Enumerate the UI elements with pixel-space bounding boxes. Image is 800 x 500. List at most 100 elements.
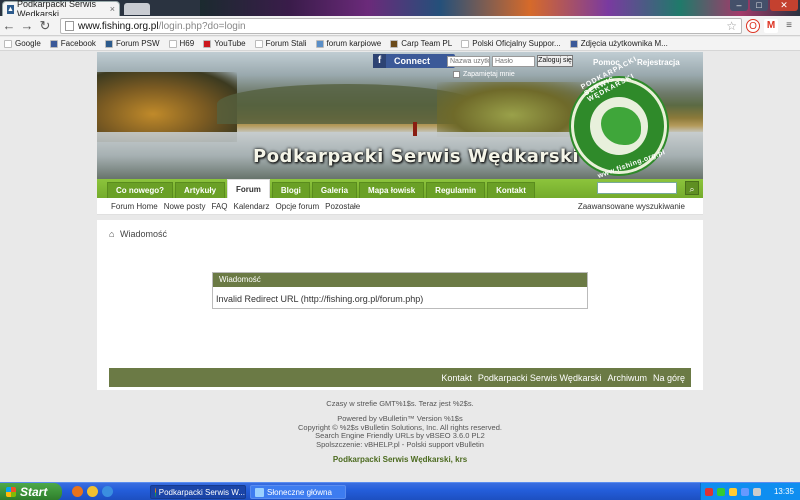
- tray-icon[interactable]: [741, 488, 749, 496]
- bookmark-label: Forum Stali: [265, 39, 307, 48]
- bookmark-item[interactable]: YouTube: [203, 39, 246, 48]
- bookmark-item[interactable]: Carp Team PL: [390, 39, 452, 48]
- login-button[interactable]: Zaloguj się: [537, 55, 573, 67]
- nav-tab-mapa-owisk[interactable]: Mapa łowisk: [359, 182, 425, 198]
- browser-tab-title: Podkarpacki Serwis Wędkarski: [16, 0, 96, 16]
- minimize-icon[interactable]: –: [730, 0, 748, 11]
- nav-tab-galeria[interactable]: Galeria: [311, 182, 358, 198]
- nav-tab-forum[interactable]: Forum: [227, 179, 270, 198]
- tray-icon[interactable]: [705, 488, 713, 496]
- url-host: www.fishing.org.pl: [78, 20, 159, 32]
- windows-taskbar: Start Podkarpacki Serwis W... Słoneczne …: [0, 482, 800, 500]
- subnav-item[interactable]: Kalendarz: [234, 202, 270, 211]
- subnav-item[interactable]: Forum Home: [111, 202, 158, 211]
- subnav-item[interactable]: Opcje forum: [276, 202, 320, 211]
- bookmark-item[interactable]: Zdjęcia użytkownika M...: [569, 39, 668, 48]
- subnav-item[interactable]: FAQ: [211, 202, 227, 211]
- ie-icon[interactable]: [102, 486, 113, 497]
- close-tab-icon[interactable]: ×: [110, 4, 115, 14]
- tray-icon[interactable]: [717, 488, 725, 496]
- facebook-connect-label: Connect: [394, 56, 430, 66]
- tray-icon[interactable]: [729, 488, 737, 496]
- forward-icon[interactable]: →: [18, 17, 36, 35]
- footer-link[interactable]: Podkarpacki Serwis Wędkarski: [478, 373, 602, 383]
- browser-tab-strip: ▲ Podkarpacki Serwis Wędkarski × – □ ✕: [0, 0, 800, 16]
- window-icon: [255, 487, 264, 497]
- bookmark-item[interactable]: Google: [4, 39, 41, 48]
- bookmark-item[interactable]: Polski Oficjalny Suppor...: [461, 39, 561, 48]
- remember-me-label: Zapamiętaj mnie: [463, 71, 515, 78]
- extension-icons: O M ≡: [746, 19, 796, 33]
- new-tab-button[interactable]: [124, 3, 150, 15]
- globe-icon: [315, 39, 324, 48]
- site-logo[interactable]: PODKARPACKI SERWIS WĘDKARSKI www.fishing…: [571, 56, 667, 179]
- bookmark-label: H69: [179, 39, 195, 48]
- firefox-icon[interactable]: [72, 486, 83, 497]
- bookmark-item[interactable]: Facebook: [49, 39, 96, 48]
- back-icon[interactable]: ←: [0, 17, 18, 35]
- close-window-icon[interactable]: ✕: [770, 0, 798, 11]
- subnav-item[interactable]: Pozostałe: [325, 202, 360, 211]
- main-content: ⌂ Wiadomość Wiadomość Invalid Redirect U…: [97, 220, 703, 390]
- bookmark-label: forum karpiowe: [326, 39, 382, 48]
- nav-tab-regulamin[interactable]: Regulamin: [426, 182, 486, 198]
- start-button[interactable]: Start: [0, 483, 62, 500]
- nav-tab-co-nowego[interactable]: Co nowego?: [107, 182, 173, 198]
- facebook-icon: f: [373, 54, 386, 68]
- remember-me[interactable]: Zapamiętaj mnie: [453, 71, 515, 78]
- home-icon[interactable]: ⌂: [109, 230, 117, 239]
- footer-link[interactable]: Na górę: [653, 373, 685, 383]
- menu-icon[interactable]: ≡: [782, 19, 796, 33]
- volume-icon[interactable]: [753, 488, 761, 496]
- chrome-icon: [155, 487, 156, 497]
- reload-icon[interactable]: ↻: [36, 17, 54, 35]
- windows-logo-icon: [6, 487, 16, 497]
- sub-nav: Forum Home Nowe posty FAQ Kalendarz Opcje fo…: [97, 198, 703, 215]
- clock[interactable]: 13:35: [774, 487, 794, 496]
- page-icon: [65, 21, 74, 31]
- help-link[interactable]: Pomoc: [593, 58, 620, 67]
- bookmark-item[interactable]: Forum Stali: [254, 39, 307, 48]
- breadcrumb: ⌂ Wiadomość: [109, 229, 167, 239]
- nav-tab-kontakt[interactable]: Kontakt: [487, 182, 535, 198]
- quick-launch: [72, 486, 113, 497]
- subnav-item[interactable]: Nowe posty: [164, 202, 206, 211]
- facebook-connect-button[interactable]: f Connect: [373, 54, 455, 68]
- youtube-icon: [203, 39, 212, 48]
- nav-tab-artyku-y[interactable]: Artykuły: [175, 182, 226, 198]
- opera-extension-icon[interactable]: O: [746, 19, 760, 33]
- nav-search-input[interactable]: [597, 182, 677, 194]
- browser-tab[interactable]: ▲ Podkarpacki Serwis Wędkarski ×: [2, 0, 120, 16]
- search-icon[interactable]: ⌕: [685, 181, 699, 195]
- message-header: Wiadomość: [213, 273, 587, 287]
- translation-line: Spolszczenie: vBHELP.pl - Polski support…: [316, 439, 484, 449]
- remember-me-checkbox[interactable]: [453, 71, 460, 78]
- username-input[interactable]: [447, 56, 490, 67]
- gmail-icon[interactable]: M: [764, 19, 778, 33]
- footer-link[interactable]: Kontakt: [441, 373, 472, 383]
- breadcrumb-current: Wiadomość: [120, 229, 168, 239]
- folder-icon[interactable]: [87, 486, 98, 497]
- banner-trees-right: [437, 82, 587, 137]
- site-title[interactable]: Podkarpacki Serwis Wędkarski: [253, 146, 579, 167]
- bookmark-item[interactable]: Forum PSW: [104, 39, 160, 48]
- url-path: /login.php?do=login: [158, 20, 246, 32]
- site-footer-name: Podkarpacki Serwis Wędkarski, krs: [332, 455, 468, 464]
- register-link[interactable]: Rejestracja: [637, 58, 680, 67]
- advanced-search-link[interactable]: Zaawansowane wyszukiwanie: [578, 202, 685, 211]
- password-input[interactable]: [492, 56, 535, 67]
- taskbar-chrome-window[interactable]: Podkarpacki Serwis W...: [150, 485, 246, 499]
- maximize-icon[interactable]: □: [750, 0, 768, 11]
- nav-tab-blogi[interactable]: Blogi: [271, 182, 310, 198]
- taskbar-explorer-window[interactable]: Słoneczne główna: [250, 485, 346, 499]
- bookmark-label: Zdjęcia użytkownika M...: [580, 39, 668, 48]
- bookmark-star-icon[interactable]: ☆: [726, 19, 737, 33]
- bookmark-item[interactable]: H69: [168, 39, 195, 48]
- start-label: Start: [20, 485, 48, 499]
- footer-link[interactable]: Archiwum: [607, 373, 647, 383]
- bookmark-item[interactable]: forum karpiowe: [315, 39, 382, 48]
- banner-fisherman: [413, 122, 417, 136]
- address-bar[interactable]: www.fishing.org.pl /login.php?do=login ☆: [60, 18, 742, 34]
- footer-links-bar: Kontakt Podkarpacki Serwis Wędkarski Archi…: [109, 368, 691, 387]
- bookmarks-bar: Google Facebook Forum PSW H69 YouTube Forum S…: [0, 37, 800, 51]
